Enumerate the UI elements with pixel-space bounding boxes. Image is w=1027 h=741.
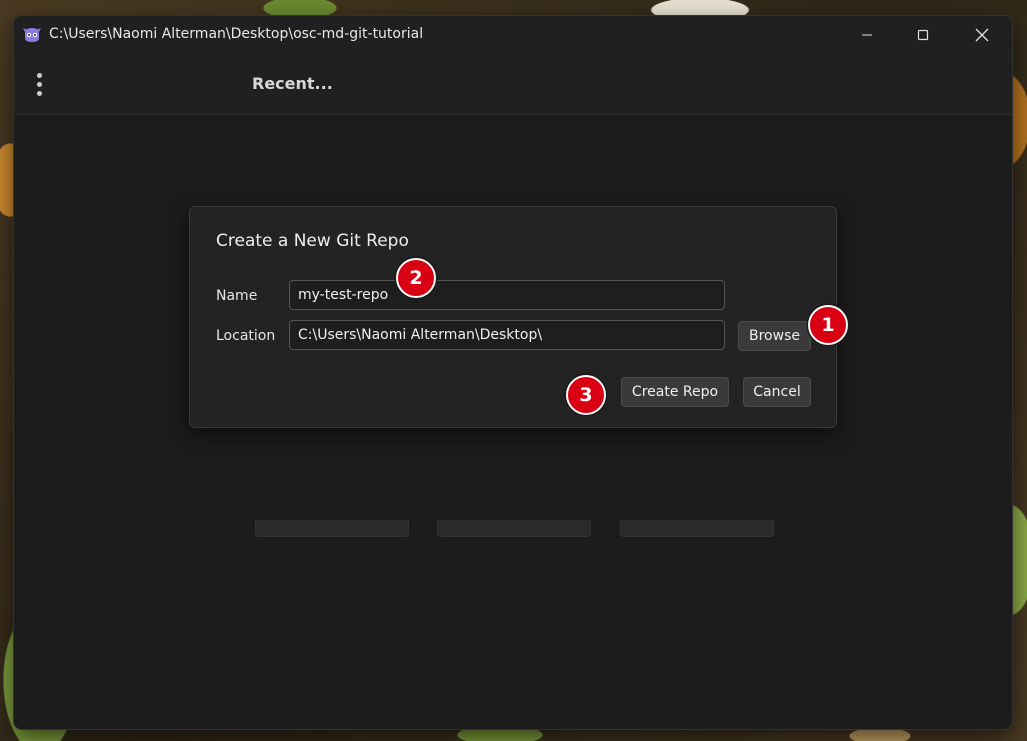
create-repo-dialog: Create a New Git Repo Name Location Brow… — [189, 206, 837, 428]
close-window-button[interactable] — [959, 16, 1005, 54]
background-button-1 — [255, 520, 409, 537]
annotation-badge-3: 3 — [566, 375, 606, 415]
maximize-icon — [917, 29, 929, 41]
maximize-button[interactable] — [900, 16, 946, 54]
minimize-button[interactable] — [844, 16, 890, 54]
app-window: C:\Users\Naomi Alterman\Desktop\osc-md-g… — [14, 16, 1012, 729]
minimize-icon — [862, 34, 872, 36]
app-logo-icon — [23, 28, 41, 42]
annotation-badge-2: 2 — [396, 258, 436, 298]
create-repo-button[interactable]: Create Repo — [621, 377, 729, 407]
dialog-title: Create a New Git Repo — [216, 231, 409, 251]
kebab-menu-icon[interactable] — [30, 71, 48, 97]
window-title: C:\Users\Naomi Alterman\Desktop\osc-md-g… — [49, 26, 424, 42]
name-input[interactable] — [289, 280, 725, 310]
annotation-badge-1: 1 — [808, 305, 848, 345]
background-button-2 — [437, 520, 591, 537]
toolbar: Recent... — [14, 54, 1012, 115]
location-label: Location — [216, 328, 276, 344]
close-icon — [975, 28, 989, 42]
background-button-3 — [620, 520, 774, 537]
recent-menu[interactable]: Recent... — [252, 74, 333, 93]
title-bar[interactable]: C:\Users\Naomi Alterman\Desktop\osc-md-g… — [14, 16, 1012, 54]
location-input[interactable] — [289, 320, 725, 350]
name-label: Name — [216, 288, 258, 304]
browse-button[interactable]: Browse — [738, 321, 811, 351]
cancel-button[interactable]: Cancel — [743, 377, 811, 407]
